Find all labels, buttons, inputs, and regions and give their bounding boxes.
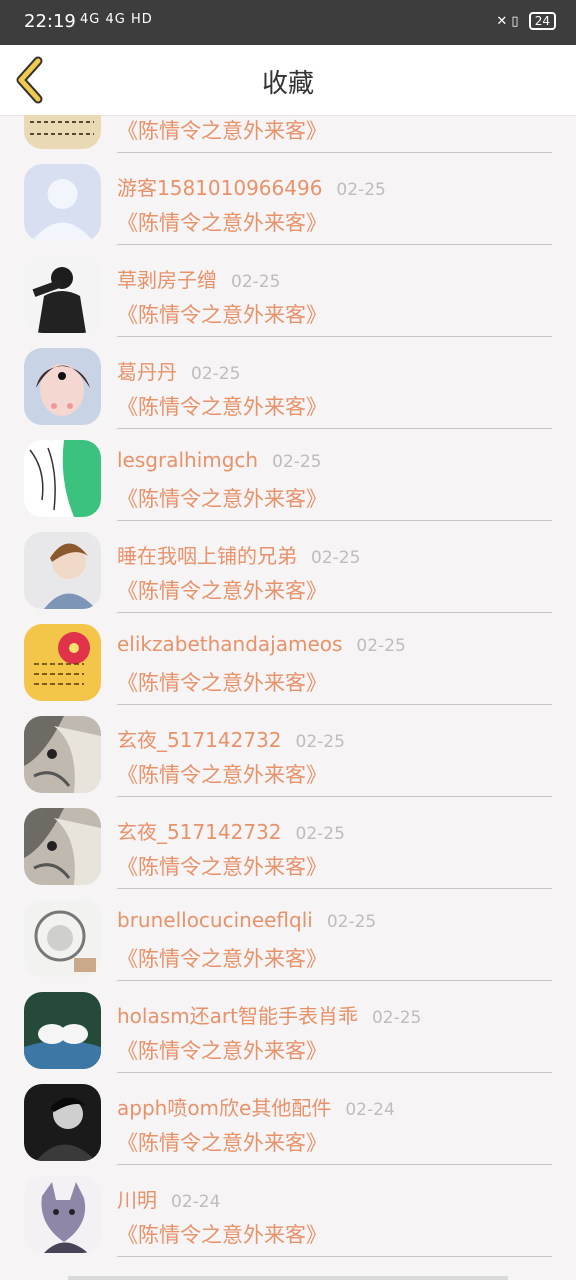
user-name[interactable]: lesgralhimgch [117,448,258,472]
list-item[interactable]: apph喷om欣e其他配件 02-24 《陈情令之意外来客》 [0,1080,576,1172]
avatar[interactable] [24,1176,101,1253]
list-item[interactable]: 川明 02-24 《陈情令之意外来客》 [0,1172,576,1264]
divider [117,796,552,797]
list-item[interactable]: 游客1581010966496 02-25 《陈情令之意外来客》 [0,160,576,252]
favorite-date: 02-25 [191,364,241,384]
book-title-link[interactable]: 《陈情令之意外来客》 [117,667,327,697]
book-title-link[interactable]: 《陈情令之意外来客》 [117,115,327,145]
favorite-date: 02-24 [345,1100,395,1120]
favorite-date: 02-25 [231,272,281,292]
avatar[interactable] [24,532,101,609]
name-line: 草剥房子缯 02-25 [117,264,280,293]
book-title-link[interactable]: 《陈情令之意外来客》 [117,851,327,881]
list-item[interactable]: lesgralhimgch 02-25 《陈情令之意外来客》 [0,436,576,528]
favorite-date: 02-24 [171,1192,221,1212]
avatar[interactable] [24,624,101,701]
book-title-link[interactable]: 《陈情令之意外来客》 [117,1219,327,1249]
list-item[interactable]: holasm还art智能手表肖乖 02-25 《陈情令之意外来客》 [0,988,576,1080]
favorite-date: 02-25 [311,548,361,568]
title-bar: 收藏 [0,45,576,116]
divider [117,980,552,981]
name-line: 睡在我咽上铺的兄弟 02-25 [117,540,360,569]
list-item[interactable]: 葛丹丹 02-25 《陈情令之意外来客》 [0,344,576,436]
signal-icons: 4G 4G HD [80,12,153,27]
avatar[interactable] [24,716,101,793]
list-item[interactable]: 玄夜_517142732 02-25 《陈情令之意外来客》 [0,712,576,804]
favorite-date: 02-25 [326,912,377,932]
status-bar: 22:19 4G 4G HD ✕ ▯ 24 [0,0,576,45]
user-name[interactable]: 葛丹丹 [117,360,177,384]
favorite-date: 02-25 [371,1008,422,1028]
page-title: 收藏 [261,69,314,99]
book-title-link[interactable]: 《陈情令之意外来客》 [117,1127,327,1157]
user-name[interactable]: 玄夜_517142732 [117,820,282,844]
book-title-link[interactable]: 《陈情令之意外来客》 [117,1035,327,1065]
divider [117,1072,552,1073]
user-name[interactable]: 游客1581010966496 [117,176,322,200]
divider [117,612,552,613]
name-line: 游客1581010966496 02-25 [117,172,386,201]
book-title-link[interactable]: 《陈情令之意外来客》 [117,943,327,973]
divider [117,244,552,245]
name-line: apph喷om欣e其他配件 02-24 [117,1092,395,1121]
book-title-link[interactable]: 《陈情令之意外来客》 [117,575,327,605]
list-item[interactable]: 玄夜_517142732 02-25 《陈情令之意外来客》 [0,804,576,896]
user-name[interactable]: elikzabethandajameos [117,632,342,656]
divider [117,1164,552,1165]
favorite-date: 02-25 [295,824,345,844]
user-name[interactable]: apph喷om欣e其他配件 [117,1096,331,1120]
scroll-indicator [68,1276,508,1280]
divider [117,888,552,889]
name-line: brunellocucineeflqli 02-25 [117,908,376,932]
divider [117,152,552,153]
user-name[interactable]: 川明 [117,1188,157,1212]
name-line: lesgralhimgch 02-25 [117,448,322,472]
divider [117,336,552,337]
user-name[interactable]: brunellocucineeflqli [117,908,313,932]
avatar[interactable] [24,808,101,885]
book-title-link[interactable]: 《陈情令之意外来客》 [117,483,327,513]
avatar[interactable] [24,164,101,241]
avatar[interactable] [24,256,101,333]
favorite-date: 02-25 [336,180,386,200]
favorite-date: 02-25 [272,452,322,472]
favorite-date: 02-25 [295,732,345,752]
list-item[interactable]: brunellocucineeflqli 02-25 《陈情令之意外来客》 [0,896,576,988]
battery-icon: 24 [528,12,556,30]
list-item[interactable]: 草剥房子缯 02-25 《陈情令之意外来客》 [0,252,576,344]
list-item[interactable]: 《陈情令之意外来客》 [0,115,576,160]
status-time: 22:19 [24,11,76,32]
name-line: 川明 02-24 [117,1184,220,1213]
user-name[interactable]: holasm还art智能手表肖乖 [117,1004,358,1028]
avatar[interactable] [24,440,101,517]
name-line: 葛丹丹 02-25 [117,356,240,385]
user-name[interactable]: 草剥房子缯 [117,268,217,292]
name-line: 玄夜_517142732 02-25 [117,816,345,845]
avatar[interactable] [24,348,101,425]
list-item[interactable]: elikzabethandajameos 02-25 《陈情令之意外来客》 [0,620,576,712]
avatar[interactable] [24,992,101,1069]
mute-icon: ✕ [496,14,508,29]
book-title-link[interactable]: 《陈情令之意外来客》 [117,391,327,421]
book-title-link[interactable]: 《陈情令之意外来客》 [117,759,327,789]
name-line: elikzabethandajameos 02-25 [117,632,406,656]
status-right-icons: ✕ ▯ 24 [496,12,556,30]
avatar[interactable] [24,900,101,977]
favorites-list: 《陈情令之意外来客》 游客1581010966496 02-25 《陈情令之意外来客》… [0,115,576,1280]
divider [117,704,552,705]
user-name[interactable]: 睡在我咽上铺的兄弟 [117,544,297,568]
avatar[interactable] [24,1084,101,1161]
book-title-link[interactable]: 《陈情令之意外来客》 [117,299,327,329]
vibrate-icon: ▯ [511,14,519,29]
book-title-link[interactable]: 《陈情令之意外来客》 [117,207,327,237]
divider [117,428,552,429]
divider [117,1256,552,1257]
favorite-date: 02-25 [356,636,406,656]
name-line: holasm还art智能手表肖乖 02-25 [117,1000,421,1029]
name-line: 玄夜_517142732 02-25 [117,724,345,753]
avatar[interactable] [24,115,101,149]
list-item[interactable]: 睡在我咽上铺的兄弟 02-25 《陈情令之意外来客》 [0,528,576,620]
user-name[interactable]: 玄夜_517142732 [117,728,282,752]
divider [117,520,552,521]
